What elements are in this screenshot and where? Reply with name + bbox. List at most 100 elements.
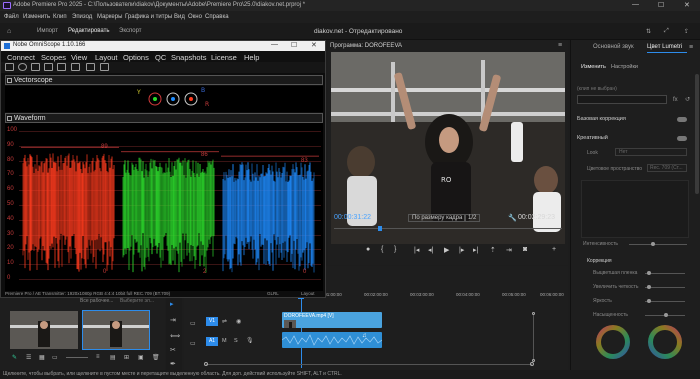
monitor-icon[interactable] xyxy=(44,63,53,71)
microphone-icon[interactable]: 🎙 xyxy=(246,337,254,344)
mark-in-icon[interactable]: { xyxy=(381,246,383,253)
menu-layout[interactable]: Layout xyxy=(95,53,118,62)
compare-icon[interactable] xyxy=(31,63,40,71)
new-bin-icon[interactable]: ▤ xyxy=(110,354,116,361)
tab-edit[interactable]: Редактировать xyxy=(68,28,109,34)
lock-audio-icon[interactable]: ▭ xyxy=(190,340,196,347)
basic-correction-toggle[interactable] xyxy=(677,117,687,122)
lift-icon[interactable]: ⇡ xyxy=(490,246,496,254)
menu-graphics[interactable]: Графика и титры xyxy=(125,14,172,20)
vibrance-knob[interactable] xyxy=(647,299,651,303)
sort-icon[interactable]: ≡ xyxy=(96,354,100,360)
subtab-edit[interactable]: Изменить xyxy=(581,64,606,70)
selection-tool-icon[interactable]: ▸ xyxy=(170,300,174,308)
tab-import[interactable]: Импорт xyxy=(37,28,58,34)
panel-menu-icon[interactable]: ≡ xyxy=(689,44,693,51)
maximize-button[interactable]: ☐ xyxy=(658,1,664,9)
reset-icon[interactable]: ↺ xyxy=(685,96,690,103)
menu-options[interactable]: Options xyxy=(123,53,149,62)
lumetri-scrollbar[interactable] xyxy=(695,74,699,194)
menu-snapshots[interactable]: Snapshots xyxy=(171,53,206,62)
add-marker-icon[interactable]: ● xyxy=(366,246,370,253)
sharpen-knob[interactable] xyxy=(647,285,651,289)
menu-qc[interactable]: QC xyxy=(155,53,166,62)
horizontal-scrollbar[interactable] xyxy=(206,364,532,365)
list-view-icon[interactable]: ☰ xyxy=(26,354,31,361)
new-item-icon[interactable]: ⊞ xyxy=(124,354,129,361)
panel-menu-icon[interactable]: ≡ xyxy=(558,42,562,49)
go-to-in-icon[interactable]: |◂ xyxy=(414,246,419,254)
eye-icon[interactable]: ◉ xyxy=(236,318,241,325)
intensity-slider[interactable] xyxy=(629,244,687,245)
vectorscope-display[interactable]: Y R B xyxy=(5,86,323,112)
mute-button[interactable]: M xyxy=(222,338,227,344)
track-a1-label[interactable]: A1 xyxy=(206,337,218,346)
waveform-display[interactable]: 100 90 80 70 60 50 40 30 20 10 0 89 86 83 0 2 0 xyxy=(5,123,323,291)
folder-icon[interactable]: ▣ xyxy=(138,354,144,361)
menu-edit[interactable]: Изменить xyxy=(23,14,50,20)
subtab-settings[interactable]: Настройки xyxy=(611,64,638,70)
omniscope-maximize-button[interactable]: ☐ xyxy=(291,41,297,49)
home-icon[interactable]: ⌂ xyxy=(7,28,11,35)
menu-help-scope[interactable]: Help xyxy=(244,53,259,62)
highlight-tint-wheel[interactable] xyxy=(647,324,683,360)
link-icon[interactable] xyxy=(57,63,66,71)
omniscope-minimize-button[interactable]: — xyxy=(271,41,278,48)
lock-icon[interactable]: ▭ xyxy=(190,320,196,327)
clip-dropdown[interactable] xyxy=(577,95,667,104)
export-icon[interactable] xyxy=(86,63,95,71)
track-v1-label[interactable]: V1 xyxy=(206,317,218,326)
project-tab[interactable]: Все рабочее... xyxy=(80,298,113,304)
clip-thumbnail-2[interactable] xyxy=(82,310,150,350)
menu-help[interactable]: Справка xyxy=(205,14,229,20)
section-creative[interactable]: Креативный xyxy=(577,135,608,141)
close-button[interactable]: ✕ xyxy=(684,1,690,9)
settings-icon[interactable] xyxy=(18,63,27,71)
share-icon[interactable]: ⇪ xyxy=(684,28,689,35)
razor-tool-icon[interactable]: ✂ xyxy=(170,346,176,354)
playhead[interactable] xyxy=(378,226,382,231)
menu-connect[interactable]: Connect xyxy=(7,53,35,62)
solo-button[interactable]: S xyxy=(234,338,238,344)
current-timecode[interactable]: 00:00:31:22 xyxy=(334,214,371,221)
pen-tool-icon[interactable]: ✒ xyxy=(170,360,176,368)
fullscreen-icon[interactable]: ⤢ xyxy=(664,28,669,35)
sync-lock-icon[interactable]: ⇌ xyxy=(222,318,227,325)
scrub-bar[interactable] xyxy=(334,228,562,229)
look-preview[interactable] xyxy=(581,180,689,238)
tab-lumetri-color[interactable]: Цвет Lumetri xyxy=(647,44,682,50)
minimize-button[interactable]: — xyxy=(632,1,639,8)
export-frame-icon[interactable]: ◙ xyxy=(523,246,527,253)
menu-window[interactable]: Окно xyxy=(188,14,202,20)
look-dropdown[interactable]: Нет xyxy=(615,148,687,156)
freeform-view-icon[interactable]: ▭ xyxy=(52,354,58,361)
menu-license[interactable]: License xyxy=(211,53,237,62)
play-icon[interactable]: ▶ xyxy=(444,246,449,254)
workspace-icon[interactable]: ⇅ xyxy=(646,28,651,35)
tab-export[interactable]: Экспорт xyxy=(119,28,142,34)
shadow-tint-wheel[interactable] xyxy=(595,324,631,360)
faded-film-slider[interactable] xyxy=(645,273,685,274)
vibrance-slider[interactable] xyxy=(645,301,685,302)
clip-thumbnail-1[interactable] xyxy=(10,311,78,349)
resolution-dropdown[interactable]: 1/2 xyxy=(464,214,481,222)
mark-out-icon[interactable]: } xyxy=(394,246,396,253)
menu-view[interactable]: Вид xyxy=(174,14,185,20)
go-to-out-icon[interactable]: ▸| xyxy=(473,246,478,254)
faded-film-knob[interactable] xyxy=(647,271,651,275)
vertical-scrollbar[interactable] xyxy=(533,315,534,359)
intensity-knob[interactable] xyxy=(651,242,655,246)
add-button-icon[interactable]: + xyxy=(552,246,556,253)
fx-toggle[interactable]: fx xyxy=(673,97,678,103)
step-back-icon[interactable]: ◂| xyxy=(428,246,433,254)
creative-toggle[interactable] xyxy=(677,136,687,141)
omniscope-close-button[interactable]: ✕ xyxy=(311,41,317,49)
wrench-icon[interactable]: 🔧 xyxy=(508,214,517,222)
menu-view-scope[interactable]: View xyxy=(71,53,87,62)
project-search[interactable]: Выберите эл... xyxy=(120,298,154,304)
menu-file[interactable]: Файл xyxy=(4,14,19,20)
zoom-slider[interactable] xyxy=(66,357,88,358)
section-basic-correction[interactable]: Базовая коррекция xyxy=(577,116,626,122)
layout-status[interactable]: Layout xyxy=(301,291,315,296)
video-clip[interactable]: DOROFEEVA.mp4 [V] xyxy=(282,312,382,328)
